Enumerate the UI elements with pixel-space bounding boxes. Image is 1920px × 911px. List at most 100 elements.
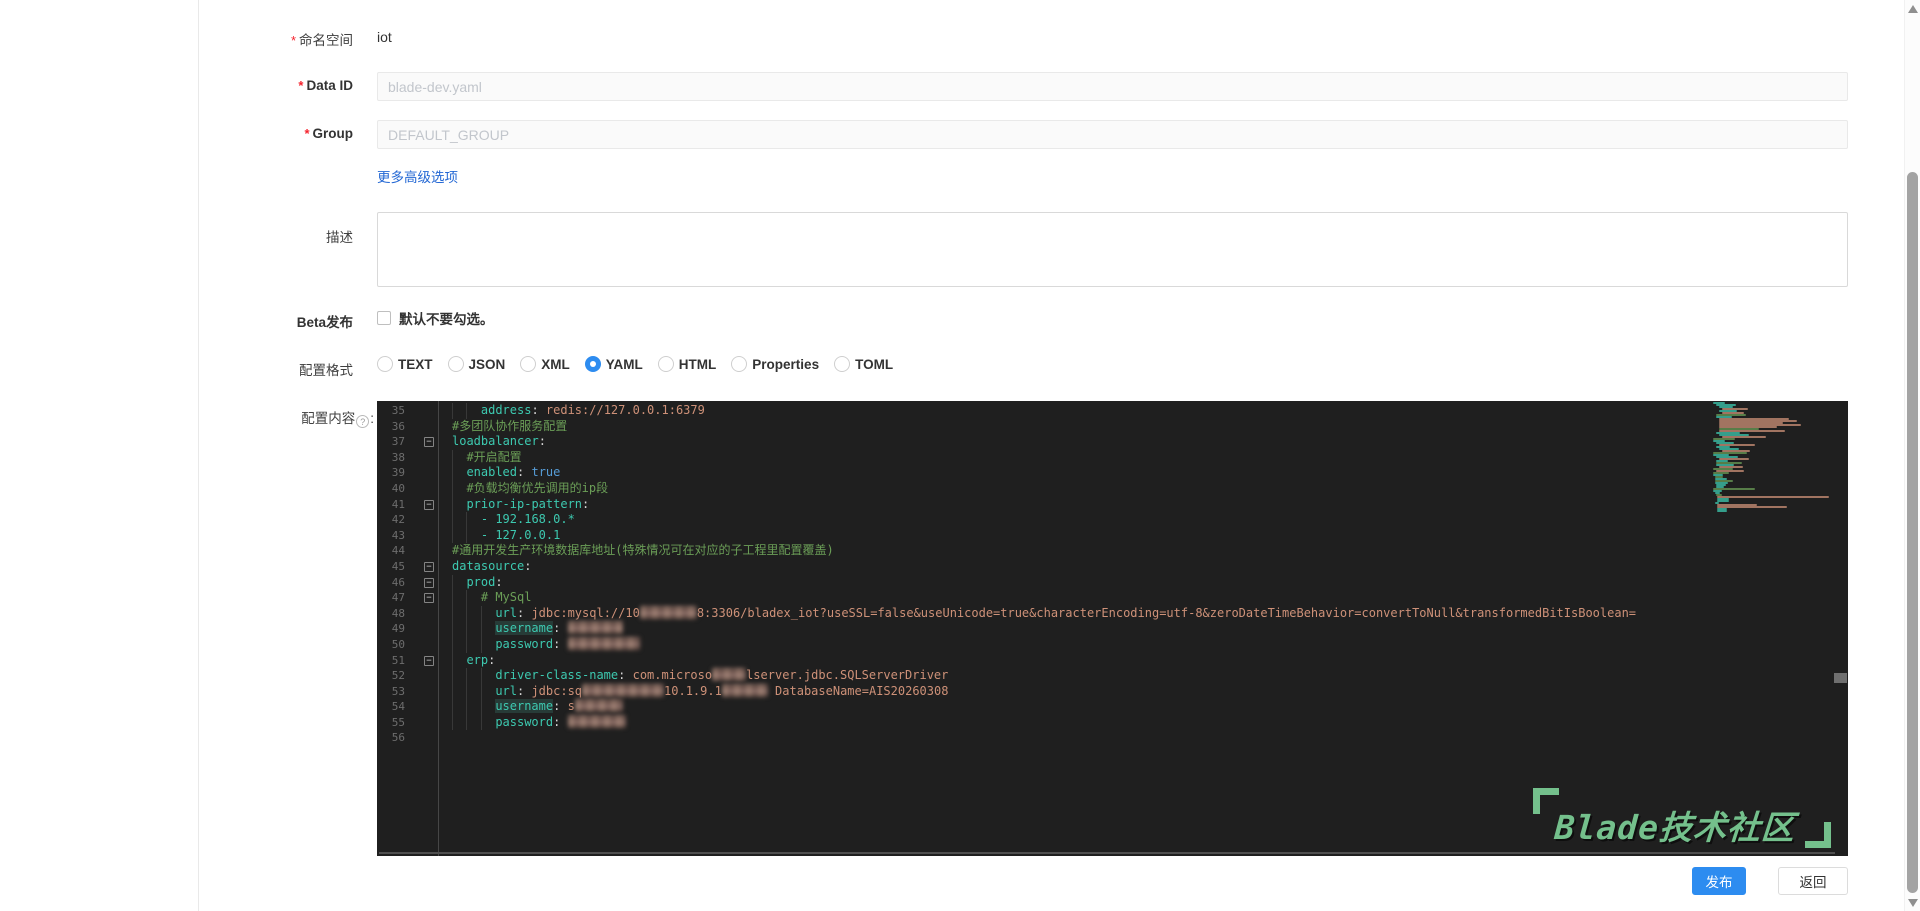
redacted-blur	[582, 683, 665, 697]
line-code: prior-ip-pattern:	[452, 496, 1848, 513]
format-radio-text[interactable]: TEXT	[377, 356, 433, 372]
editor-line[interactable]: 39 enabled: true	[377, 465, 1848, 481]
publish-button[interactable]: 发布	[1692, 867, 1746, 895]
editor-line[interactable]: 40 #负载均衡优先调用的ip段	[377, 480, 1848, 497]
editor-vertical-scrollbar-thumb[interactable]	[1834, 673, 1847, 683]
line-code: - 127.0.0.1	[452, 527, 1848, 544]
indent-guide	[466, 621, 480, 637]
editor-line[interactable]: 35 address: redis://127.0.0.1:6379	[377, 403, 1848, 419]
fold-toggle-icon[interactable]: −	[424, 499, 434, 510]
line-number: 55	[391, 715, 405, 729]
line-code: address: redis://127.0.0.1:6379	[452, 403, 1848, 419]
fold-toggle-icon[interactable]: −	[424, 577, 434, 588]
radio-circle-icon[interactable]	[520, 356, 537, 372]
editor-line[interactable]: 47 − # MySql	[377, 590, 1848, 606]
radio-circle-icon[interactable]	[584, 356, 601, 372]
code-token: :	[553, 714, 568, 729]
editor-line[interactable]: 48 url: jdbc:mysql://10 8:3306/bladex_iot?…	[377, 605, 1848, 622]
line-code: #负载均衡优先调用的ip段	[452, 480, 1848, 497]
code-token: :	[553, 621, 568, 636]
indent-guide	[466, 668, 480, 684]
indent-guide	[480, 621, 495, 637]
line-number: 45	[391, 559, 405, 573]
config-content-editor[interactable]: 35 address: redis://127.0.0.1:6379 36 #多团队协…	[377, 401, 1848, 856]
fold-toggle-icon[interactable]: −	[424, 561, 434, 572]
code-token: #负载均衡优先调用的ip段	[466, 480, 609, 495]
line-number: 43	[391, 528, 405, 542]
radio-circle-icon[interactable]	[657, 356, 674, 372]
watermark: Blade技术社区	[1533, 788, 1833, 848]
editor-line[interactable]: 51 − erp:	[377, 652, 1848, 669]
line-number: 49	[391, 622, 405, 636]
editor-line[interactable]: 43 - 127.0.0.1	[377, 527, 1848, 544]
editor-line[interactable]: 49 username:	[377, 621, 1848, 637]
code-token: 10.1.9.1	[664, 683, 722, 698]
radio-label: Properties	[752, 356, 820, 372]
format-radio-yaml[interactable]: YAML	[584, 356, 643, 372]
format-radio-properties[interactable]: Properties	[731, 356, 819, 372]
data-id-input[interactable]	[377, 72, 1848, 101]
code-token: :	[517, 605, 532, 620]
scrollbar-down-arrow-icon[interactable]	[1908, 899, 1918, 907]
radio-circle-icon[interactable]	[377, 356, 393, 372]
editor-line[interactable]: 54 username: s	[377, 699, 1848, 715]
editor-line[interactable]: 42 - 192.168.0.*	[377, 512, 1848, 528]
editor-line[interactable]: 37 − loadbalancer:	[377, 434, 1848, 450]
editor-line[interactable]: 44 #通用开发生产环境数据库地址(特殊情况可在对应的子工程里配置覆盖)	[377, 543, 1848, 559]
group-input[interactable]	[377, 120, 1848, 149]
fold-toggle-icon[interactable]: −	[424, 593, 434, 604]
radio-label: YAML	[605, 356, 643, 372]
line-code: url: jdbc:mysql://10 8:3306/bladex_iot?us…	[452, 605, 1848, 622]
radio-circle-icon[interactable]	[447, 356, 464, 372]
redacted-blur	[639, 605, 697, 619]
indent-guide	[452, 465, 466, 481]
code-token: # MySql	[480, 590, 532, 605]
gutter-separator	[438, 401, 439, 856]
editor-line[interactable]: 46 − prod:	[377, 574, 1848, 591]
indent-guide	[452, 605, 466, 622]
editor-line[interactable]: 36 #多团队协作服务配置	[377, 419, 1848, 435]
advanced-options-link[interactable]: 更多高级选项	[377, 166, 458, 186]
code-token: :	[582, 496, 590, 511]
fold-toggle-icon[interactable]: −	[424, 437, 434, 448]
description-textarea[interactable]	[377, 212, 1848, 287]
format-radio-json[interactable]: JSON	[447, 356, 505, 372]
editor-line[interactable]: 52 driver-class-name: com.microso lserver.…	[377, 668, 1848, 684]
indent-guide	[466, 403, 480, 419]
indent-guide	[480, 683, 495, 700]
editor-line[interactable]: 56	[377, 730, 1848, 746]
page-scrollbar[interactable]	[1904, 0, 1920, 911]
format-radio-xml[interactable]: XML	[520, 356, 570, 372]
fold-toggle-icon[interactable]: −	[424, 655, 434, 666]
radio-circle-icon[interactable]	[731, 356, 748, 372]
help-icon[interactable]: ?	[356, 415, 370, 428]
code-token: prior-ip-pattern	[466, 496, 583, 511]
indent-guide	[452, 668, 466, 684]
format-radio-html[interactable]: HTML	[657, 356, 716, 372]
radio-circle-icon[interactable]	[834, 356, 851, 372]
format-radio-toml[interactable]: TOML	[834, 356, 893, 372]
radio-label: TOML	[855, 356, 894, 372]
line-code: erp:	[452, 652, 1848, 669]
required-star: *	[298, 78, 304, 93]
nacos-config-edit-page: *命名空间 iot *Data ID *Group 更多高级选项 描述 Beta…	[0, 0, 1920, 911]
editor-line[interactable]: 55 password:	[377, 714, 1848, 731]
editor-line[interactable]: 45 − datasource:	[377, 559, 1848, 575]
line-number: 38	[391, 450, 405, 464]
code-token: redis://127.0.0.1:6379	[545, 403, 705, 417]
beta-checkbox[interactable]	[377, 311, 391, 325]
editor-line[interactable]: 38 #开启配置	[377, 449, 1848, 466]
scrollbar-up-arrow-icon[interactable]	[1908, 5, 1918, 13]
line-number: 50	[391, 637, 405, 651]
editor-minimap[interactable]	[1713, 402, 1835, 514]
line-number: 52	[391, 669, 405, 683]
editor-line[interactable]: 53 url: jdbc:sq 10.1.9.1 DatabaseName=AIS2…	[377, 683, 1848, 700]
line-code: prod:	[452, 574, 1848, 591]
editor-line[interactable]: 50 password:	[377, 636, 1848, 653]
scrollbar-thumb[interactable]	[1907, 172, 1918, 893]
line-number: 51	[391, 653, 405, 667]
editor-horizontal-scrollbar[interactable]	[379, 852, 1835, 854]
code-token: s	[567, 699, 575, 714]
editor-line[interactable]: 41 − prior-ip-pattern:	[377, 496, 1848, 513]
back-button[interactable]: 返回	[1778, 867, 1848, 895]
